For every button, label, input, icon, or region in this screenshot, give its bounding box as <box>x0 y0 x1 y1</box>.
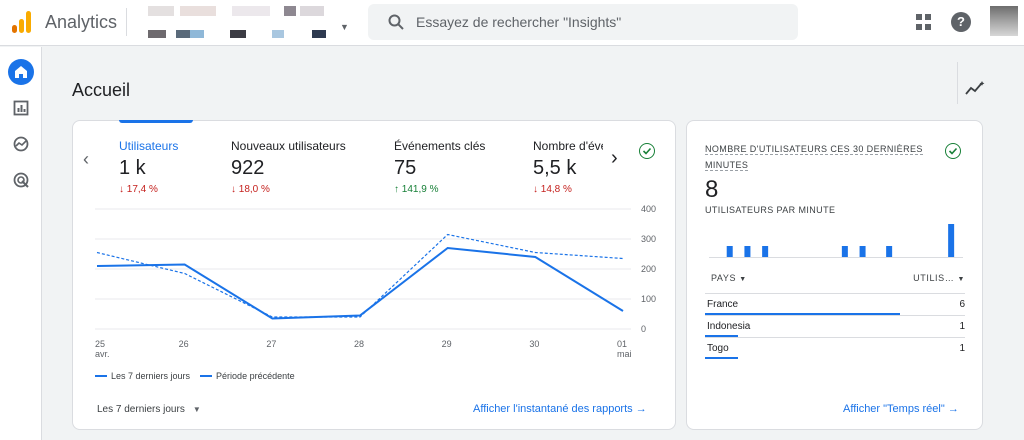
minute-bar <box>948 224 955 257</box>
view-reports-snapshot-link[interactable]: Afficher l'instantané des rapports → <box>473 403 647 415</box>
legend-previous-label: Période précédente <box>216 371 295 381</box>
country-name: Togo <box>707 343 729 354</box>
arrow-right-icon: → <box>635 403 647 415</box>
x-tick-label: 30 <box>529 339 539 349</box>
country-table: France 6 Indonesia 1 Togo 1 <box>705 293 965 359</box>
x-tick-label: 29 <box>442 339 452 349</box>
reports-nav-icon[interactable] <box>8 95 34 121</box>
arrow-right-icon: → <box>947 403 959 415</box>
country-column-label: PAYS <box>711 273 737 283</box>
left-nav-rail <box>0 47 42 440</box>
home-nav-icon[interactable] <box>8 59 34 85</box>
search-icon <box>388 14 404 30</box>
country-users: 6 <box>959 299 965 310</box>
share-bar <box>705 357 738 359</box>
country-name: France <box>707 299 739 310</box>
x-tick-label: 26 <box>179 339 189 349</box>
app-title[interactable]: Analytics <box>45 12 117 33</box>
chart-legend: Les 7 derniers jours Période précédente <box>95 371 295 381</box>
legend-current: Les 7 derniers jours <box>95 371 190 381</box>
analytics-logo-icon[interactable] <box>12 11 32 33</box>
account-dropdown-icon[interactable]: ▼ <box>340 22 349 32</box>
x-tick-label: 28 <box>354 339 364 349</box>
view-realtime-link[interactable]: Afficher "Temps réel" → <box>843 403 959 415</box>
minute-bar <box>762 246 769 257</box>
legend-previous: Période précédente <box>200 371 295 381</box>
users-column-label: UTILIS… <box>913 273 955 283</box>
legend-current-label: Les 7 derniers jours <box>111 371 191 381</box>
search-bar[interactable]: Essayez de rechercher "Insights" <box>368 4 798 40</box>
top-bar: Analytics ▼ Essayez de rechercher "Insig… <box>0 0 1024 46</box>
realtime-title: Nombre d'utilisateurs ces 30 dernières m… <box>705 141 945 173</box>
x-tick-label: 25 avr. <box>95 339 110 359</box>
table-row: Indonesia 1 <box>705 315 965 337</box>
country-name: Indonesia <box>707 321 751 332</box>
caret-down-icon: ▼ <box>192 405 201 414</box>
users-per-minute-chart <box>709 224 963 258</box>
table-row: Togo 1 <box>705 337 965 359</box>
realtime-title-text: Nombre d'utilisateurs ces 30 dernières m… <box>705 144 923 171</box>
minute-bar <box>841 246 848 257</box>
account-selector[interactable] <box>140 2 345 42</box>
country-users: 1 <box>959 343 965 354</box>
x-tick-label: 01 mai <box>617 339 632 359</box>
realtime-user-count: 8 <box>705 176 719 203</box>
country-users: 1 <box>959 321 965 332</box>
caret-down-icon: ▼ <box>739 276 747 283</box>
check-circle-icon[interactable] <box>945 143 961 159</box>
help-icon[interactable]: ? <box>951 12 971 32</box>
previous-period-line <box>96 233 624 318</box>
minute-bar <box>886 246 893 257</box>
apps-grid-icon[interactable] <box>916 14 932 30</box>
realtime-card: Nombre d'utilisateurs ces 30 dernières m… <box>686 120 983 430</box>
minute-bar <box>744 246 751 257</box>
date-range-label: Les 7 derniers jours <box>97 404 185 415</box>
caret-down-icon: ▼ <box>957 276 965 283</box>
country-column-header[interactable]: PAYS ▼ <box>711 273 747 283</box>
table-row: France 6 <box>705 293 965 315</box>
explore-nav-icon[interactable] <box>8 131 34 157</box>
view-reports-snapshot-label: Afficher l'instantané des rapports <box>473 403 633 415</box>
minute-bar <box>726 246 733 257</box>
minute-bar <box>859 246 866 257</box>
header-divider <box>126 8 127 36</box>
y-tick-label: 300 <box>641 234 656 244</box>
y-tick-label: 0 <box>641 324 646 334</box>
insights-icon[interactable] <box>965 80 985 96</box>
advertising-nav-icon[interactable] <box>8 167 34 193</box>
avatar[interactable] <box>990 6 1018 36</box>
users-line-chart: 400 300 200 100 0 25 avr. 26 27 28 29 30 01 mai <box>95 204 656 359</box>
view-realtime-label: Afficher "Temps réel" <box>843 403 945 415</box>
users-column-header[interactable]: UTILIS… ▼ <box>913 273 965 283</box>
overview-card: ‹ Utilisateurs 1 k ↓ 17,4 % Nouveaux uti… <box>72 120 676 430</box>
search-input[interactable]: Essayez de rechercher "Insights" <box>416 14 621 30</box>
date-range-dropdown[interactable]: Les 7 derniers jours ▼ <box>97 404 201 415</box>
current-period-line <box>96 246 624 320</box>
page-title: Accueil <box>72 80 131 100</box>
y-tick-label: 100 <box>641 294 656 304</box>
y-tick-label: 200 <box>641 264 656 274</box>
x-tick-label: 27 <box>266 339 276 349</box>
header-divider-right <box>957 62 958 104</box>
y-tick-label: 400 <box>641 204 656 214</box>
